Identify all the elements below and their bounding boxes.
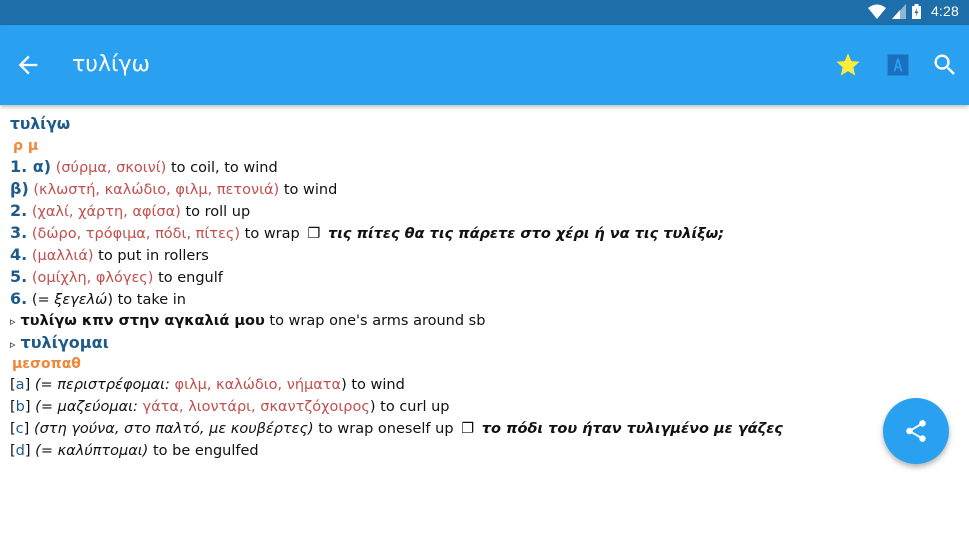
sense-context: (ομίχλη, φλόγες) (31, 270, 154, 286)
sense-number: 1. α) (10, 157, 52, 176)
sense-row: β) (κλωστή, καλώδιο, φιλμ, πετονιά) to w… (10, 178, 950, 200)
sub-entry-pos: μεσοπαθ (12, 356, 81, 372)
sense-row: 1. α) (σύρμα, σκοινί) to coil, to wind (10, 156, 950, 178)
sub-sense-label: a (15, 377, 25, 393)
search-button[interactable] (931, 51, 959, 79)
sense-translation: to wrap (244, 226, 300, 242)
part-of-speech: ρ μ (13, 138, 39, 154)
phrase-row: ▹ τυλίγω κπν στην αγκαλιά μου to wrap one… (10, 310, 950, 332)
sense-number: 6. (10, 289, 28, 308)
sub-entry-row: ▹ τυλίγομαι (10, 332, 950, 354)
example-sentence: τις πίτες θα τις πάρετε στο χέρι ή να τι… (327, 226, 725, 242)
sense-context: (μαλλιά) (31, 248, 94, 264)
battery-icon (911, 3, 921, 19)
sense-context: (χαλί, χάρτη, αφίσα) (31, 204, 181, 220)
sense-number: β) (10, 179, 29, 198)
sense-row: 2. (χαλί, χάρτη, αφίσα) to roll up (10, 200, 950, 222)
sub-sense-synonym: (= καλύπτομαι) (35, 443, 149, 459)
sense-number: 5. (10, 267, 28, 286)
dictionary-entry: τυλίγω ρ μ 1. α) (σύρμα, σκοινί) to coil… (10, 112, 950, 462)
example-sentence: το πόδι του ήταν τυλιγμένο με γάζες (481, 421, 783, 437)
sense-translation: to engulf (158, 270, 223, 286)
sense-translation: to wind (283, 182, 338, 198)
sense-context: γάτα, λιοντάρι, σκαντζόχοιρος (142, 399, 370, 415)
example-marker: ❐ (461, 421, 475, 437)
sense-translation: to curl up (380, 399, 450, 415)
sub-sense-synonym: (= μαζεύομαι: (35, 399, 143, 415)
sense-row: 4. (μαλλιά) to put in rollers (10, 244, 950, 266)
sub-sense-label: c (15, 421, 24, 437)
sense-translation: to take in (117, 292, 186, 308)
sense-context: (κλωστή, καλώδιο, φιλμ, πετονιά) (33, 182, 280, 198)
share-button[interactable] (883, 398, 949, 464)
app-bar: τυλίγω (0, 25, 969, 105)
sense-context: (δώρο, τρόφιμα, πόδι, πίτες) (31, 226, 241, 242)
sub-sense-row: [a] (= περιστρέφομαι: φιλμ, καλώδιο, νήμ… (10, 377, 405, 393)
favorite-button[interactable] (834, 51, 862, 79)
synonym-close: ) (107, 292, 113, 308)
sub-sense-label: d (15, 443, 25, 459)
sense-translation: to wind (351, 377, 405, 393)
sense-row: 6. (= ξεγελώ) to take in (10, 288, 950, 310)
search-icon (934, 54, 955, 75)
sense-translation: to wrap oneself up (318, 421, 454, 437)
sub-sense-row: [b] (= μαζεύομαι: γάτα, λιοντάρι, σκαντζ… (10, 399, 450, 415)
sub-sense-row: [d] (= καλύπτομαι) to be engulfed (10, 443, 259, 459)
sense-number: 4. (10, 245, 28, 264)
sense-row: 5. (ομίχλη, φλόγες) to engulf (10, 266, 950, 288)
sub-sense-synonym: (στη γούνα, στο παλτό, με κουβέρτες) (33, 421, 314, 437)
sense-translation: to coil, to wind (170, 160, 278, 176)
synonym-open: (= (31, 292, 55, 308)
phrase-text: τυλίγω κπν στην αγκαλιά μου (20, 313, 265, 329)
status-time: 4:28 (930, 3, 959, 19)
sense-number: 3. (10, 223, 28, 242)
back-button[interactable] (14, 51, 42, 79)
sub-sense-row: [c] (στη γούνα, στο παλτό, με κουβέρτες)… (10, 421, 783, 437)
arrow-left-icon (18, 55, 38, 75)
sense-number: 2. (10, 201, 28, 220)
sense-translation: to be engulfed (152, 443, 259, 459)
sense-translation: to roll up (185, 204, 251, 220)
sub-sense-label: b (15, 399, 25, 415)
font-size-icon (887, 54, 909, 76)
status-bar: 4:28 (0, 0, 969, 25)
sub-entry-headword: τυλίγομαι (20, 333, 109, 352)
triangle-bullet-icon: ▹ (10, 315, 16, 328)
synonym-word: ξεγελώ (54, 292, 108, 308)
wifi-icon (867, 4, 886, 19)
star-icon (836, 53, 860, 76)
example-marker: ❐ (307, 226, 321, 242)
sub-sense-synonym: (= περιστρέφομαι: (34, 377, 175, 393)
phrase-translation: to wrap one's arms around sb (269, 313, 486, 329)
entry-headword: τυλίγω (10, 115, 71, 133)
paren-close: ) (369, 399, 376, 415)
triangle-bullet-icon: ▹ (10, 338, 16, 351)
paren-close: ) (341, 377, 347, 393)
sense-translation: to put in rollers (98, 248, 209, 264)
sense-context: φιλμ, καλώδιο, νήματα (174, 377, 342, 393)
share-icon (906, 420, 926, 442)
page-title: τυλίγω (72, 52, 150, 77)
sense-row: 3. (δώρο, τρόφιμα, πόδι, πίτες) to wrap … (10, 222, 950, 244)
font-size-button[interactable] (884, 51, 912, 79)
signal-icon (891, 3, 906, 19)
sense-context: (σύρμα, σκοινί) (55, 160, 167, 176)
